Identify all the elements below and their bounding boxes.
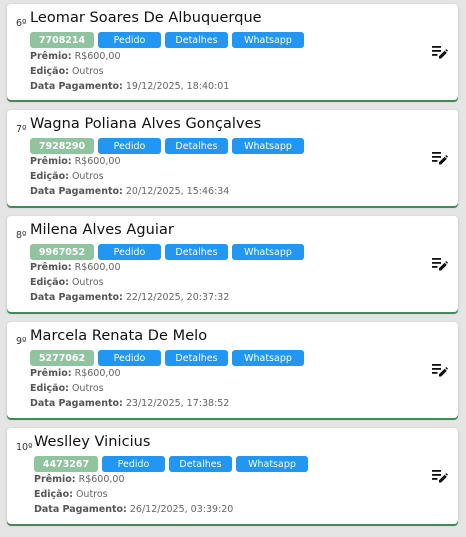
action-row: 7928290 Pedido Detalhes Whatsapp xyxy=(30,138,304,154)
action-row: 5277062 Pedido Detalhes Whatsapp xyxy=(30,350,304,366)
winner-name: Leomar Soares De Albuquerque xyxy=(30,10,262,26)
edicao-label: Edição: xyxy=(30,171,69,182)
detalhes-button[interactable]: Detalhes xyxy=(165,138,228,154)
premio-label: Prêmio: xyxy=(30,156,72,167)
premio-value: R$600,00 xyxy=(74,368,121,379)
edicao-value: Outros xyxy=(71,66,104,77)
edicao-value: Outros xyxy=(71,383,104,394)
premio-value: R$600,00 xyxy=(74,262,121,273)
ticket-code-badge: 7708214 xyxy=(30,32,94,48)
detalhes-button[interactable]: Detalhes xyxy=(169,456,232,472)
edicao-value: Outros xyxy=(71,277,104,288)
premio-row: Prêmio: R$600,00 xyxy=(30,51,121,62)
action-row: 9967052 Pedido Detalhes Whatsapp xyxy=(30,244,304,260)
premio-label: Prêmio: xyxy=(34,474,76,485)
data-pagamento-label: Data Pagamento: xyxy=(34,504,127,515)
edicao-label: Edição: xyxy=(30,66,69,77)
premio-row: Prêmio: R$600,00 xyxy=(34,474,125,485)
premio-value: R$600,00 xyxy=(78,474,125,485)
edicao-row: Edição: Outros xyxy=(30,277,104,288)
rank-position: 7º xyxy=(16,124,27,135)
premio-row: Prêmio: R$600,00 xyxy=(30,368,121,379)
premio-label: Prêmio: xyxy=(30,262,72,273)
whatsapp-button[interactable]: Whatsapp xyxy=(232,350,304,366)
edicao-row: Edição: Outros xyxy=(30,66,104,77)
edit-note-icon[interactable] xyxy=(432,468,448,483)
data-pagamento-row: Data Pagamento: 19/12/2025, 18:40:01 xyxy=(30,81,229,92)
edicao-label: Edição: xyxy=(30,277,69,288)
ticket-code-badge: 9967052 xyxy=(30,244,94,260)
edicao-row: Edição: Outros xyxy=(30,171,104,182)
data-pagamento-row: Data Pagamento: 22/12/2025, 20:37:32 xyxy=(30,292,229,303)
detalhes-button[interactable]: Detalhes xyxy=(165,244,228,260)
data-pagamento-row: Data Pagamento: 20/12/2025, 15:46:34 xyxy=(30,186,229,197)
whatsapp-button[interactable]: Whatsapp xyxy=(232,244,304,260)
edit-note-icon[interactable] xyxy=(432,150,448,165)
whatsapp-button[interactable]: Whatsapp xyxy=(232,32,304,48)
data-pagamento-value: 23/12/2025, 17:38:52 xyxy=(125,398,230,409)
pedido-button[interactable]: Pedido xyxy=(98,32,161,48)
pedido-button[interactable]: Pedido xyxy=(98,138,161,154)
data-pagamento-label: Data Pagamento: xyxy=(30,186,123,197)
data-pagamento-label: Data Pagamento: xyxy=(30,398,123,409)
data-pagamento-value: 19/12/2025, 18:40:01 xyxy=(125,81,230,92)
premio-row: Prêmio: R$600,00 xyxy=(30,156,121,167)
winner-card: 7º Wagna Poliana Alves Gonçalves 7928290… xyxy=(7,110,458,206)
winner-card: 10º Weslley Vinicius 4473267 Pedido Deta… xyxy=(7,428,458,524)
premio-value: R$600,00 xyxy=(74,156,121,167)
data-pagamento-row: Data Pagamento: 26/12/2025, 03:39:20 xyxy=(34,504,233,515)
pedido-button[interactable]: Pedido xyxy=(102,456,165,472)
data-pagamento-label: Data Pagamento: xyxy=(30,81,123,92)
data-pagamento-label: Data Pagamento: xyxy=(30,292,123,303)
edicao-value: Outros xyxy=(75,489,108,500)
winner-name: Wagna Poliana Alves Gonçalves xyxy=(30,116,262,132)
data-pagamento-row: Data Pagamento: 23/12/2025, 17:38:52 xyxy=(30,398,229,409)
pedido-button[interactable]: Pedido xyxy=(98,350,161,366)
whatsapp-button[interactable]: Whatsapp xyxy=(236,456,308,472)
edicao-value: Outros xyxy=(71,171,104,182)
premio-value: R$600,00 xyxy=(74,51,121,62)
edicao-row: Edição: Outros xyxy=(30,383,104,394)
edit-note-icon[interactable] xyxy=(432,44,448,59)
winner-card: 8º Milena Alves Aguiar 9967052 Pedido De… xyxy=(7,216,458,312)
rank-position: 9º xyxy=(16,336,27,347)
edicao-label: Edição: xyxy=(34,489,73,500)
rank-position: 6º xyxy=(16,18,27,29)
action-row: 4473267 Pedido Detalhes Whatsapp xyxy=(34,456,308,472)
premio-label: Prêmio: xyxy=(30,368,72,379)
premio-label: Prêmio: xyxy=(30,51,72,62)
ticket-code-badge: 7928290 xyxy=(30,138,94,154)
data-pagamento-value: 26/12/2025, 03:39:20 xyxy=(129,504,234,515)
winner-name: Marcela Renata De Melo xyxy=(30,328,208,344)
pedido-button[interactable]: Pedido xyxy=(98,244,161,260)
action-row: 7708214 Pedido Detalhes Whatsapp xyxy=(30,32,304,48)
winner-card: 9º Marcela Renata De Melo 5277062 Pedido… xyxy=(7,322,458,418)
rank-position: 10º xyxy=(16,442,33,453)
whatsapp-button[interactable]: Whatsapp xyxy=(232,138,304,154)
winner-card: 6º Leomar Soares De Albuquerque 7708214 … xyxy=(7,4,458,100)
ticket-code-badge: 4473267 xyxy=(34,456,98,472)
edit-note-icon[interactable] xyxy=(432,256,448,271)
detalhes-button[interactable]: Detalhes xyxy=(165,350,228,366)
edit-note-icon[interactable] xyxy=(432,362,448,377)
rank-position: 8º xyxy=(16,230,27,241)
premio-row: Prêmio: R$600,00 xyxy=(30,262,121,273)
data-pagamento-value: 22/12/2025, 20:37:32 xyxy=(125,292,230,303)
winner-name: Weslley Vinicius xyxy=(34,434,151,450)
edicao-row: Edição: Outros xyxy=(34,489,108,500)
detalhes-button[interactable]: Detalhes xyxy=(165,32,228,48)
winner-name: Milena Alves Aguiar xyxy=(30,222,174,238)
edicao-label: Edição: xyxy=(30,383,69,394)
ticket-code-badge: 5277062 xyxy=(30,350,94,366)
data-pagamento-value: 20/12/2025, 15:46:34 xyxy=(125,186,230,197)
